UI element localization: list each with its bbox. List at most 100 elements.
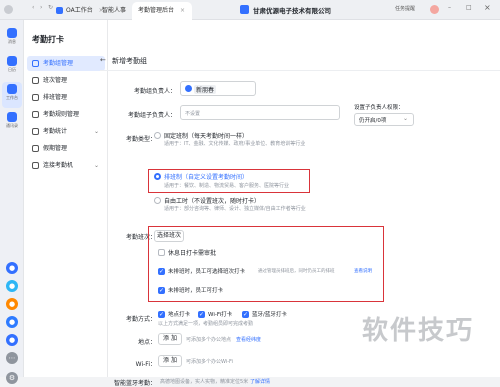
- add-location-button[interactable]: 添 加: [158, 333, 182, 345]
- sub-owner-label: 考勤组子负责人：: [127, 112, 176, 119]
- shift-label: 考勤班次：: [125, 234, 156, 241]
- chevron-down-icon: ⌄: [93, 162, 99, 169]
- shift-icon: [32, 77, 39, 84]
- choose-shift-label: 未排班时，员工可选择班次打卡: [168, 269, 246, 275]
- type-shift-desc: 适用于：餐饮、制造、物流贸易、客户服务、医院等行业: [164, 183, 290, 189]
- location-label: 地点：: [137, 339, 156, 346]
- type-shift-title[interactable]: 排班制（自定义设置考勤时间）: [164, 172, 248, 181]
- nav-messages[interactable]: 消息: [2, 26, 22, 52]
- tab-hr-label: 智能人事: [102, 7, 127, 14]
- sub-perm-value: 仍开启/0项: [359, 118, 387, 124]
- app-icon[interactable]: ●: [6, 298, 18, 310]
- type-shift-radio[interactable]: [154, 173, 161, 180]
- owner-tag: 新朋春: [194, 85, 217, 94]
- refresh-icon[interactable]: ↻: [48, 4, 53, 11]
- type-free-radio[interactable]: [154, 197, 161, 204]
- tab-admin-label: 考勤管理后台: [138, 7, 175, 14]
- view-coordinates-link[interactable]: 查看经纬度: [236, 336, 261, 343]
- sidebar-item-label: 假期管理: [43, 145, 68, 152]
- tab-oa-label: OA工作台: [66, 7, 93, 14]
- app-icon[interactable]: ●: [6, 262, 18, 274]
- app-icon[interactable]: ●: [6, 280, 18, 292]
- app-icon[interactable]: ●: [6, 316, 18, 328]
- location-desc: 可添加多个办公地点: [186, 337, 232, 343]
- choose-shift-desc: 通过管理员排班后，同时仍员工的排班: [258, 269, 335, 274]
- nav-calendar-label: 日历: [8, 67, 16, 72]
- sub-owner-placeholder: 不设置: [185, 111, 201, 117]
- forward-arrow-icon[interactable]: ›: [40, 4, 42, 11]
- smart-bluetooth-label: 智能蓝牙考勤：: [113, 380, 156, 387]
- back-arrow-icon[interactable]: ‹: [32, 4, 34, 11]
- location-punch-label: 地点打卡: [168, 312, 191, 318]
- bluetooth-punch-checkbox[interactable]: ✓: [242, 311, 249, 318]
- allow-punch-checkbox[interactable]: ✓: [158, 287, 165, 294]
- sidebar-item-label: 连接考勤机: [43, 162, 74, 169]
- type-fixed-radio[interactable]: [154, 132, 161, 139]
- workbench-icon: [7, 84, 17, 94]
- more-icon[interactable]: ⋯: [6, 352, 18, 364]
- sidebar-title: 考勤打卡: [32, 35, 64, 44]
- back-arrow-icon[interactable]: ←: [100, 56, 106, 64]
- app-icon[interactable]: ●: [6, 334, 18, 346]
- sub-owner-select[interactable]: 不设置: [180, 105, 340, 120]
- tab-attendance-admin[interactable]: 考勤管理后台 ×: [132, 2, 192, 20]
- wifi-punch-checkbox[interactable]: ✓: [198, 311, 205, 318]
- select-shift-button[interactable]: 选择班次: [154, 230, 184, 242]
- leave-icon: [32, 145, 39, 152]
- bluetooth-punch-label: 蓝牙/蓝牙打卡: [252, 312, 287, 318]
- minimize-icon[interactable]: –: [448, 4, 451, 11]
- chevron-down-icon: ⌄: [403, 115, 409, 122]
- sidebar-item-label: 考勤规则管理: [43, 111, 80, 118]
- sidebar-item-label: 考勤统计: [43, 128, 68, 135]
- task-reminder[interactable]: 任务提醒: [395, 5, 415, 12]
- device-icon: [32, 162, 39, 169]
- type-fixed-title[interactable]: 固定班制（每天考勤时间一样）: [164, 131, 248, 140]
- choose-shift-checkbox[interactable]: ✓: [158, 268, 165, 275]
- view-explanation-link[interactable]: 查看说明: [354, 268, 372, 274]
- nav-calendar[interactable]: 日历: [2, 54, 22, 80]
- page-title: 新增考勤组: [112, 57, 147, 65]
- nav-rail: 消息 日历 工作台 通讯录 ● ● ● ● ● ⋯ ⚙: [0, 20, 24, 384]
- learn-more-link[interactable]: 了解详情: [250, 378, 270, 385]
- contacts-icon: [7, 112, 17, 122]
- owner-label: 考勤组负责人：: [133, 88, 176, 95]
- group-icon: [32, 60, 39, 67]
- nav-workbench[interactable]: 工作台: [2, 82, 22, 108]
- sidebar-item-devices[interactable]: 连接考勤机 ⌄: [27, 158, 105, 173]
- sub-perm-select[interactable]: 仍开启/0项 ⌄: [354, 113, 414, 126]
- org-icon: [240, 5, 249, 14]
- sidebar-item-leave[interactable]: 假期管理: [27, 141, 105, 156]
- add-wifi-button[interactable]: 添 加: [158, 355, 182, 367]
- settings-icon[interactable]: ⚙: [6, 372, 18, 384]
- rest-day-approval-checkbox[interactable]: [158, 249, 165, 256]
- method-label: 考勤方式：: [125, 316, 156, 323]
- close-window-icon[interactable]: ×: [484, 3, 491, 12]
- sidebar: 考勤打卡 考勤组管理 班次管理 排班管理 考勤规则管理 考勤统计 ⌄ 假期管理 …: [24, 20, 108, 377]
- owner-select[interactable]: 新朋春: [180, 81, 256, 96]
- type-free-desc: 适用于：部分咨询等、律师、设计、独立媒体/自由工作者等行业: [164, 206, 306, 212]
- wifi-desc: 可添加多个办公Wi-Fi: [186, 359, 233, 365]
- org-title[interactable]: 甘肃优源电子技术有限公司: [253, 5, 331, 15]
- sidebar-item-attendance-groups[interactable]: 考勤组管理: [27, 56, 105, 71]
- watermark: 软件技巧: [362, 316, 475, 346]
- wifi-punch-label: Wi-Fi打卡: [208, 312, 233, 318]
- type-free-title[interactable]: 自由工时（不设置班次，随时打卡）: [164, 196, 260, 205]
- logo-icon: [4, 5, 13, 14]
- type-fixed-desc: 适用于：IT、金融、文化传媒、政府/事业单位、教育培训等行业: [164, 141, 306, 147]
- smart-bluetooth-desc: 高德地图设备，实人实物，精准定位5米: [160, 379, 249, 385]
- location-punch-checkbox[interactable]: ✓: [158, 311, 165, 318]
- maximize-icon[interactable]: □: [466, 4, 472, 11]
- avatar[interactable]: [430, 5, 439, 14]
- close-icon[interactable]: ×: [180, 7, 185, 14]
- allow-punch-label: 未排班时，员工可打卡: [168, 288, 224, 294]
- rest-day-approval-label: 休息日打卡需审批: [168, 250, 217, 257]
- statistics-icon: [32, 128, 39, 135]
- chevron-down-icon[interactable]: ⌄: [322, 4, 327, 11]
- calendar-icon: [7, 56, 17, 66]
- sidebar-item-label: 排班管理: [43, 94, 68, 101]
- sub-perm-label: 设置子负责人权限：: [354, 105, 404, 111]
- message-icon: [7, 28, 17, 38]
- nav-workbench-label: 工作台: [6, 95, 18, 100]
- sidebar-item-label: 班次管理: [43, 77, 68, 84]
- nav-contacts[interactable]: 通讯录: [2, 110, 22, 136]
